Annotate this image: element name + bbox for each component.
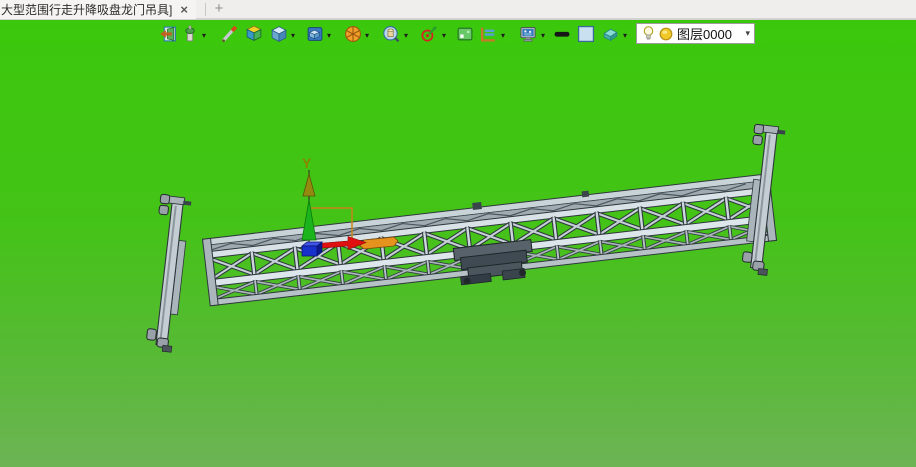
layer-name: 图层0000 xyxy=(677,27,732,42)
bulb-icon xyxy=(643,26,654,40)
pie-wheel-icon[interactable] xyxy=(344,25,362,43)
y-axis-arrow[interactable] xyxy=(301,199,317,241)
right-leg[interactable] xyxy=(738,123,786,276)
display-mode-icon[interactable] xyxy=(306,25,324,43)
viewport-3d[interactable]: Y ▾ ▾ ▾ ▾ ▾ ▾ ▾ ▾ ▾ 图层0000 ▾ xyxy=(0,20,916,467)
scene-monitor-icon[interactable] xyxy=(519,25,537,43)
door-arrow-icon[interactable] xyxy=(159,25,177,43)
scene-monitor-dropdown[interactable]: ▾ xyxy=(538,31,548,41)
frame-dropdown[interactable]: ▾ xyxy=(498,31,508,41)
eraser-icon[interactable] xyxy=(601,25,619,43)
zoom-sphere-icon[interactable] xyxy=(382,25,400,43)
top-fitting xyxy=(581,190,590,198)
top-fitting xyxy=(472,201,482,210)
target-axis-icon[interactable] xyxy=(420,25,438,43)
floating-toolbar: ▾ ▾ ▾ ▾ ▾ ▾ ▾ ▾ ▾ 图层0000 ▾ xyxy=(0,22,916,46)
pie-wheel-dropdown[interactable]: ▾ xyxy=(362,31,372,41)
layer-color-icon xyxy=(659,27,673,40)
cube-icon[interactable] xyxy=(270,25,288,43)
truss-beam[interactable] xyxy=(201,169,778,315)
cube-dropdown[interactable]: ▾ xyxy=(288,31,298,41)
gantry-model: Y xyxy=(143,123,786,353)
display-mode-dropdown[interactable]: ▾ xyxy=(324,31,334,41)
zoom-sphere-dropdown[interactable]: ▾ xyxy=(401,31,411,41)
frame-icon[interactable] xyxy=(479,25,497,43)
y-axis-marker-cone[interactable] xyxy=(302,172,316,197)
viewport-icon[interactable] xyxy=(456,25,474,43)
brush-icon[interactable] xyxy=(221,25,239,43)
origin-anchor-box[interactable] xyxy=(301,241,323,257)
y-axis-label: Y xyxy=(302,155,312,171)
color-swatch-icon[interactable] xyxy=(577,25,595,43)
eraser-dropdown[interactable]: ▾ xyxy=(620,31,630,41)
line-width-icon[interactable] xyxy=(553,25,571,43)
box-icon[interactable] xyxy=(245,25,263,43)
layer-combobox[interactable]: 图层0000 ▾ xyxy=(636,23,755,44)
target-axis-dropdown[interactable]: ▾ xyxy=(439,31,449,41)
lamp-icon[interactable] xyxy=(181,25,199,43)
layer-dropdown-arrow[interactable]: ▾ xyxy=(745,29,750,38)
lamp-dropdown[interactable]: ▾ xyxy=(199,31,209,41)
left-leg[interactable] xyxy=(143,193,192,353)
app-window: 大型范围行走升降吸盘龙门吊具] × + Y ▾ ▾ ▾ ▾ ▾ ▾ ▾ ▾ ▾ … xyxy=(0,0,916,467)
